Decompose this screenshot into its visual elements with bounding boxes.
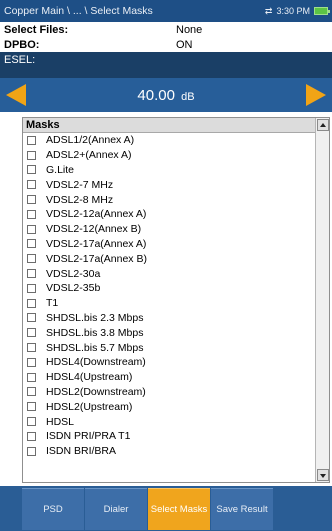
esel-control: 40.00 dB [0,78,332,112]
mask-label: T1 [46,297,59,310]
mask-list-item[interactable]: SHDSL.bis 3.8 Mbps [23,325,315,340]
clock: 3:30 PM [276,6,310,16]
mask-list-item[interactable]: VDSL2-35b [23,281,315,296]
mask-label: HDSL4(Upstream) [46,371,133,384]
battery-icon [314,7,330,15]
mask-label: VDSL2-12(Annex B) [46,223,142,236]
mask-checkbox[interactable] [27,417,36,427]
mask-checkbox[interactable] [27,387,36,397]
dpbo-value: ON [176,38,193,51]
status-area: ⇄ 3:30 PM [264,5,330,17]
mask-label: VDSL2-7 MHz [46,178,114,191]
mask-label: HDSL4(Downstream) [46,356,146,369]
psd-button[interactable]: PSD [22,488,84,530]
mask-label: VDSL2-8 MHz [46,193,114,206]
mask-list-item[interactable]: VDSL2-17a(Annex A) [23,237,315,252]
mask-label: SHDSL.bis 3.8 Mbps [46,326,144,339]
mask-list-item[interactable]: VDSL2-12(Annex B) [23,222,315,237]
mask-list-item[interactable]: VDSL2-30a [23,266,315,281]
mask-label: SHDSL.bis 2.3 Mbps [46,311,144,324]
mask-label: VDSL2-30a [46,267,101,280]
breadcrumb: Copper Main \ ... \ Select Masks [4,5,153,17]
scroll-up-icon[interactable] [317,119,329,131]
mask-list-item[interactable]: ISDN PRI/PRA T1 [23,429,315,444]
mask-checkbox[interactable] [27,165,36,175]
mask-list-item[interactable]: HDSL4(Upstream) [23,370,315,385]
mask-checkbox[interactable] [27,195,36,205]
mask-label: SHDSL.bis 5.7 Mbps [46,341,144,354]
mask-checkbox[interactable] [27,283,36,293]
mask-list-item[interactable]: HDSL [23,414,315,429]
mask-label: ADSL2+(Annex A) [46,149,132,162]
mask-label: VDSL2-17a(Annex B) [46,252,147,265]
mask-list-item[interactable]: ADSL2+(Annex A) [23,148,315,163]
mask-label: ISDN BRI/BRA [46,445,117,458]
mask-label: G.Lite [46,163,75,176]
mask-checkbox[interactable] [27,328,36,338]
mask-checkbox[interactable] [27,135,36,145]
mask-checkbox[interactable] [27,224,36,234]
select-files-row[interactable]: Select Files: None [0,22,332,37]
mask-checkbox[interactable] [27,446,36,456]
mask-checkbox[interactable] [27,180,36,190]
select-masks-button[interactable]: Select Masks [148,488,210,530]
esel-value: 40.00 dB [137,86,195,104]
mask-checkbox[interactable] [27,313,36,323]
mask-rows: ADSL1/2(Annex A) ADSL2+(Annex A) G.Lite VDS… [23,133,329,459]
mask-list-item[interactable]: HDSL4(Downstream) [23,355,315,370]
mask-list-item[interactable]: HDSL2(Upstream) [23,399,315,414]
title-bar: Copper Main \ ... \ Select Masks ⇄ 3:30 … [0,0,332,22]
mask-list-item[interactable]: VDSL2-8 MHz [23,192,315,207]
mask-list-item[interactable]: G.Lite [23,163,315,178]
mask-list-item[interactable]: T1 [23,296,315,311]
mask-checkbox[interactable] [27,209,36,219]
mask-checkbox[interactable] [27,254,36,264]
mask-label: HDSL [46,415,75,428]
select-files-value: None [176,23,203,36]
mask-label: VDSL2-17a(Annex A) [46,237,147,250]
scrollbar[interactable] [315,118,329,482]
mask-list-item[interactable]: VDSL2-17a(Annex B) [23,251,315,266]
mask-label: HDSL2(Upstream) [46,400,133,413]
mask-label: VDSL2-12a(Annex A) [46,208,147,221]
mask-list-item[interactable]: SHDSL.bis 5.7 Mbps [23,340,315,355]
mask-list-item[interactable]: ADSL1/2(Annex A) [23,133,315,148]
transfer-arrows-icon: ⇄ [264,5,273,16]
select-files-label: Select Files: [4,23,69,36]
mask-checkbox[interactable] [27,150,36,160]
mask-label: VDSL2-35b [46,282,101,295]
decrease-arrow-icon[interactable] [6,84,26,106]
mask-checkbox[interactable] [27,298,36,308]
mask-label: ISDN PRI/PRA T1 [46,430,131,443]
masks-list: Masks ADSL1/2(Annex A) ADSL2+(Annex A) G.L… [22,117,330,483]
mask-label: ADSL1/2(Annex A) [46,134,135,147]
increase-arrow-icon[interactable] [306,84,326,106]
mask-checkbox[interactable] [27,269,36,279]
mask-checkbox[interactable] [27,343,36,353]
dpbo-row[interactable]: DPBO: ON [0,37,332,52]
save-result-button[interactable]: Save Result [211,488,273,530]
dialer-button[interactable]: Dialer [85,488,147,530]
mask-checkbox[interactable] [27,239,36,249]
masks-header: Masks [23,118,315,133]
esel-label: ESEL: [0,52,332,78]
mask-checkbox[interactable] [27,372,36,382]
mask-list-item[interactable]: HDSL2(Downstream) [23,385,315,400]
softkey-bar: PSD Dialer Select Masks Save Result [0,486,332,531]
mask-label: HDSL2(Downstream) [46,385,146,398]
mask-checkbox[interactable] [27,402,36,412]
mask-list-item[interactable]: VDSL2-7 MHz [23,177,315,192]
mask-list-item[interactable]: ISDN BRI/BRA [23,444,315,459]
mask-checkbox[interactable] [27,357,36,367]
scroll-down-icon[interactable] [317,469,329,481]
mask-checkbox[interactable] [27,431,36,441]
dpbo-label: DPBO: [4,38,40,51]
mask-list-item[interactable]: SHDSL.bis 2.3 Mbps [23,311,315,326]
mask-list-item[interactable]: VDSL2-12a(Annex A) [23,207,315,222]
